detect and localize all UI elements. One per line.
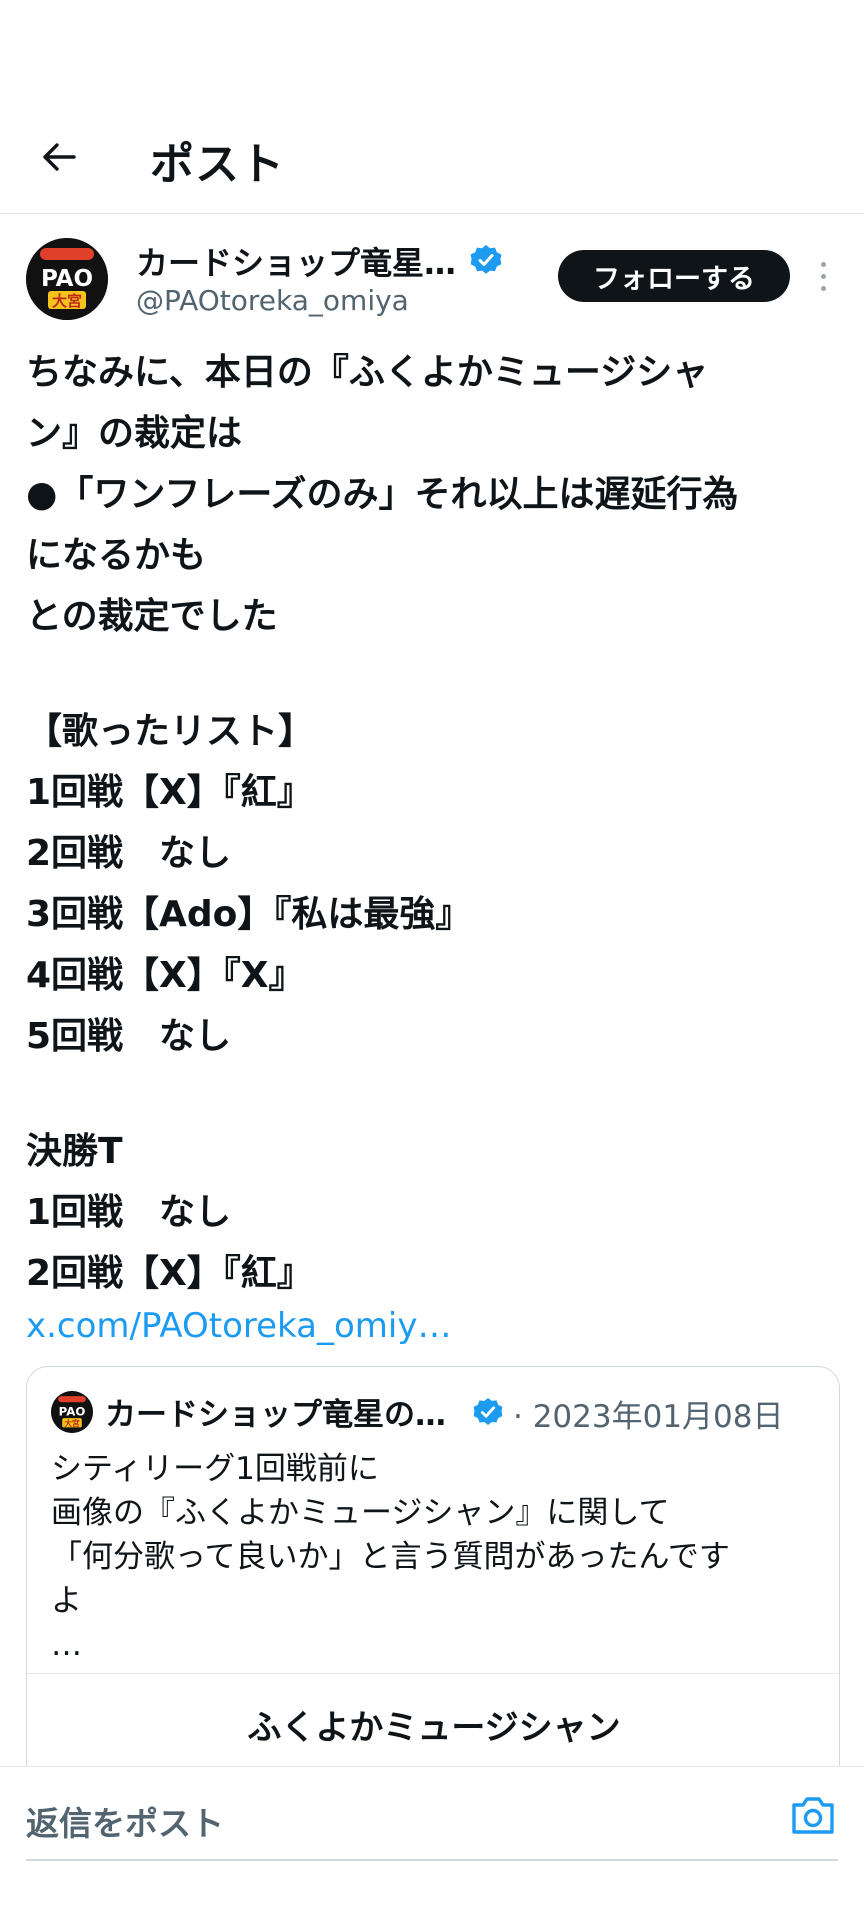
post-line: 3回戦【Ado】『私は最強』 [26, 894, 472, 935]
pao-logo-icon: PAO 大宮 [51, 1391, 93, 1433]
post-line-blank [26, 647, 846, 701]
post-line: 5回戦 なし [26, 1016, 232, 1057]
reply-input[interactable]: 返信をポスト [26, 1797, 224, 1845]
author-avatar[interactable]: PAO 大宮 [26, 238, 108, 320]
author-handle[interactable]: @PAOtoreka_omiya [136, 284, 409, 317]
post-line: になるかも [26, 535, 207, 576]
quote-line: よ [51, 1583, 82, 1619]
svg-text:大宮: 大宮 [64, 1418, 80, 1428]
more-options-icon[interactable] [808, 256, 838, 296]
quote-author-name: カードショップ竜星の… [105, 1397, 446, 1433]
quote-date: · 2023年01月08日 [513, 1399, 784, 1435]
post-line: ン』の裁定は [26, 413, 243, 454]
quote-line: 「何分歌って良いか」と言う質問があったんです [51, 1539, 730, 1575]
quote-line: … [51, 1627, 82, 1663]
reply-bar: 返信をポスト [0, 1766, 864, 1862]
post-line: ●「ワンフレーズのみ」それ以上は遅延行為 [26, 474, 739, 515]
svg-text:大宮: 大宮 [52, 292, 82, 310]
quote-line: シティリーグ1回戦前に [51, 1451, 379, 1487]
post-line: 4回戦【X】『X』 [26, 955, 305, 996]
reply-underline [26, 1859, 838, 1861]
camera-icon[interactable] [790, 1793, 836, 1837]
post-line: ちなみに、本日の『ふくよかミュージシャ [26, 352, 709, 393]
author-name[interactable]: カードショップ竜星… [136, 238, 456, 284]
quote-author-avatar: PAO 大宮 [51, 1391, 93, 1433]
post-line: との裁定でした [26, 596, 278, 637]
post-line-blank [26, 1067, 846, 1121]
post-line: 決勝T [26, 1131, 123, 1172]
post-line: 1回戦【X】『紅』 [26, 772, 313, 813]
verified-badge-icon [473, 1397, 503, 1425]
svg-text:PAO: PAO [41, 266, 93, 292]
svg-text:PAO: PAO [59, 1405, 86, 1419]
post-line: 1回戦 なし [26, 1192, 232, 1233]
post-link[interactable]: x.com/PAOtoreka_omiy… [26, 1306, 451, 1346]
page-title: ポスト [150, 139, 285, 190]
quote-text: シティリーグ1回戦前に 画像の『ふくよかミュージシャン』に関して 「何分歌って良… [51, 1447, 821, 1667]
post-line: 2回戦 なし [26, 833, 232, 874]
quoted-post[interactable]: PAO 大宮 カードショップ竜星の… · 2023年01月08日 シティリーグ1… [26, 1366, 840, 1786]
back-button[interactable] [34, 132, 84, 182]
top-header: ポスト [0, 100, 864, 214]
post-body: ちなみに、本日の『ふくよかミュージシャ ン』の裁定は ●「ワンフレーズのみ」それ… [26, 342, 846, 1304]
pao-logo-icon: PAO 大宮 [26, 238, 108, 320]
post-line: 2回戦【X】『紅』 [26, 1253, 313, 1294]
verified-badge-icon [470, 245, 502, 274]
follow-button[interactable]: フォローする [558, 250, 790, 302]
quote-line: 画像の『ふくよかミュージシャン』に関して [51, 1495, 670, 1531]
back-arrow-icon [43, 143, 76, 171]
post-line: 【歌ったリスト】 [26, 711, 315, 752]
